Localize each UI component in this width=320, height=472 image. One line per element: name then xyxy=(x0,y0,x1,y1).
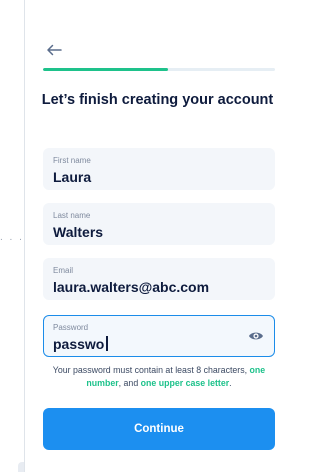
email-value: laura.walters@abc.com xyxy=(53,279,210,295)
last-name-field[interactable]: Last name Walters xyxy=(43,203,275,245)
back-button[interactable] xyxy=(44,40,64,60)
progress-fill xyxy=(43,68,169,71)
password-label: Password xyxy=(53,323,89,332)
password-visibility-toggle[interactable] xyxy=(248,329,264,343)
arrow-left-icon xyxy=(47,44,62,56)
first-name-value: Laura xyxy=(53,169,92,185)
hint-req-upper: one upper case letter xyxy=(140,378,230,388)
continue-button[interactable]: Continue xyxy=(43,408,275,450)
first-name-label: First name xyxy=(53,156,91,165)
hint-middle: , and xyxy=(118,378,141,388)
page-title: Let’s finish creating your account xyxy=(41,92,274,108)
password-value-row: passwo xyxy=(53,335,265,353)
first-name-field[interactable]: First name Laura xyxy=(43,148,275,190)
email-field[interactable]: Email laura.walters@abc.com xyxy=(43,258,275,300)
signup-progress-bar xyxy=(43,68,275,71)
edge-dots: . . . xyxy=(0,232,24,243)
password-field[interactable]: Password passwo xyxy=(43,315,275,357)
last-name-label: Last name xyxy=(53,211,91,220)
hint-suffix: . xyxy=(229,378,232,388)
email-label: Email xyxy=(53,266,74,275)
password-requirements-hint: Your password must contain at least 8 ch… xyxy=(36,364,282,390)
password-value: passwo xyxy=(53,336,105,352)
last-name-value: Walters xyxy=(53,224,104,240)
text-caret xyxy=(106,336,108,351)
eye-icon xyxy=(249,332,263,340)
hint-prefix: Your password must contain at least 8 ch… xyxy=(52,365,248,375)
